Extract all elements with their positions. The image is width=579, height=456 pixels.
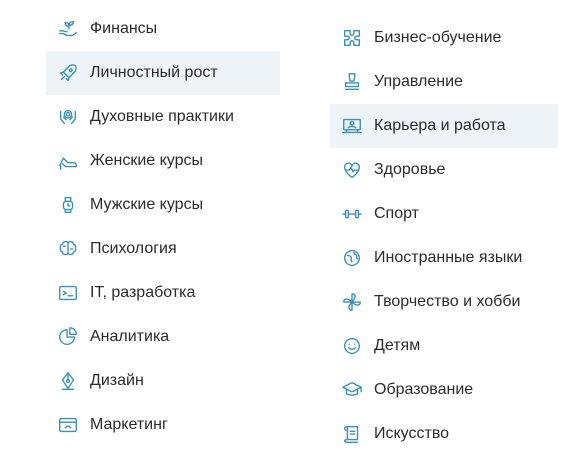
category-item-pinwheel[interactable]: Творчество и хобби bbox=[330, 280, 558, 324]
category-label: Маркетинг bbox=[90, 416, 168, 433]
category-label: Финансы bbox=[90, 20, 158, 37]
category-list-right: Бизнес-обучение Управление Карьера и работ… bbox=[330, 16, 558, 456]
category-item-watch[interactable]: Мужские курсы bbox=[46, 183, 280, 227]
pinwheel-icon bbox=[340, 290, 364, 314]
category-label: Здоровье bbox=[374, 161, 446, 178]
pie-chart-icon bbox=[56, 325, 80, 349]
browser-window-icon bbox=[56, 413, 80, 437]
category-item-rocket[interactable]: Личностный рост bbox=[46, 51, 280, 95]
heart-pulse-icon bbox=[340, 158, 364, 182]
category-item-hands-spiral[interactable]: Духовные практики bbox=[46, 95, 280, 139]
brain-icon bbox=[56, 237, 80, 261]
watch-icon bbox=[56, 193, 80, 217]
category-item-hand-plant[interactable]: Финансы bbox=[46, 7, 280, 51]
category-label: Дизайн bbox=[90, 372, 144, 389]
pen-nib-icon bbox=[56, 369, 80, 393]
category-item-browser-window[interactable]: Маркетинг bbox=[46, 403, 280, 447]
puzzle-icon bbox=[340, 26, 364, 50]
category-label: Управление bbox=[374, 73, 463, 90]
high-heel-icon bbox=[56, 149, 80, 173]
globe-icon bbox=[340, 246, 364, 270]
category-item-terminal[interactable]: IT, разработка bbox=[46, 271, 280, 315]
category-label: Искусство bbox=[374, 425, 450, 442]
category-label: Аналитика bbox=[90, 328, 170, 345]
category-item-globe[interactable]: Иностранные языки bbox=[330, 236, 558, 280]
category-label: Личностный рост bbox=[90, 64, 218, 81]
terminal-icon bbox=[56, 281, 80, 305]
category-item-high-heel[interactable]: Женские курсы bbox=[46, 139, 280, 183]
category-menu: Финансы Личностный рост Духовные практики Ж… bbox=[0, 0, 579, 447]
category-item-graduation-cap[interactable]: Образование bbox=[330, 368, 558, 412]
category-label: Творчество и хобби bbox=[374, 293, 521, 310]
category-label: Женские курсы bbox=[90, 152, 203, 169]
smiley-icon bbox=[340, 334, 364, 358]
dumbbell-icon bbox=[340, 202, 364, 226]
category-item-scroll[interactable]: Искусство bbox=[330, 412, 558, 456]
person-desk-icon bbox=[340, 114, 364, 138]
category-item-smiley[interactable]: Детям bbox=[330, 324, 558, 368]
category-item-stamp[interactable]: Управление bbox=[330, 60, 558, 104]
category-item-puzzle[interactable]: Бизнес-обучение bbox=[330, 16, 558, 60]
category-item-pie-chart[interactable]: Аналитика bbox=[46, 315, 280, 359]
hand-plant-icon bbox=[56, 17, 80, 41]
category-label: Детям bbox=[374, 337, 421, 354]
graduation-cap-icon bbox=[340, 378, 364, 402]
category-label: Иностранные языки bbox=[374, 249, 523, 266]
category-label: Спорт bbox=[374, 205, 419, 222]
category-label: Бизнес-обучение bbox=[374, 29, 502, 46]
category-item-person-desk[interactable]: Карьера и работа bbox=[330, 104, 558, 148]
category-item-dumbbell[interactable]: Спорт bbox=[330, 192, 558, 236]
category-list-left: Финансы Личностный рост Духовные практики Ж… bbox=[46, 7, 280, 447]
category-label: Карьера и работа bbox=[374, 117, 506, 134]
category-label: Образование bbox=[374, 381, 474, 398]
scroll-icon bbox=[340, 422, 364, 446]
rocket-icon bbox=[56, 61, 80, 85]
stamp-icon bbox=[340, 70, 364, 94]
category-label: Психология bbox=[90, 240, 177, 257]
category-item-brain[interactable]: Психология bbox=[46, 227, 280, 271]
hands-spiral-icon bbox=[56, 105, 80, 129]
category-label: Мужские курсы bbox=[90, 196, 204, 213]
category-item-pen-nib[interactable]: Дизайн bbox=[46, 359, 280, 403]
category-item-heart-pulse[interactable]: Здоровье bbox=[330, 148, 558, 192]
category-label: IT, разработка bbox=[90, 284, 196, 301]
category-label: Духовные практики bbox=[90, 108, 234, 125]
